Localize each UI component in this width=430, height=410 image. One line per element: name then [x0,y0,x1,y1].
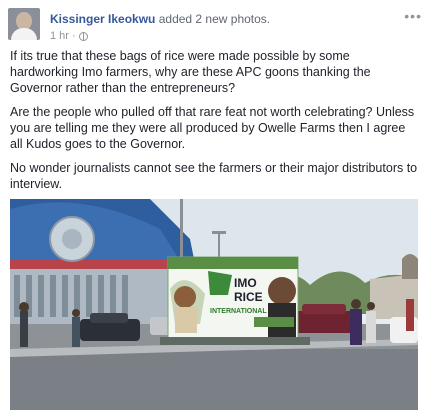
post-meta: 1 hr · [50,30,88,42]
banner-title-line1: IMO [234,276,257,290]
author-line: Kissinger Ikeokwu added 2 new photos. [50,12,270,26]
globe-icon[interactable] [78,31,88,41]
post-paragraph: No wonder journalists cannot see the far… [10,161,418,191]
post-paragraph: Are the people who pulled off that rare … [10,105,415,151]
photo-scene: IMO RICE INTERNATIONAL [10,199,418,410]
post-header: Kissinger Ikeokwu added 2 new photos. 1 … [8,6,422,42]
ellipsis-icon[interactable]: ••• [404,8,422,24]
post-photo[interactable]: IMO RICE INTERNATIONAL [10,199,418,410]
author-name-link[interactable]: Kissinger Ikeokwu [50,12,155,26]
author-avatar[interactable] [8,8,40,40]
banner-title-line2: RICE [234,290,263,304]
post-text: If its true that these bags of rice were… [10,48,418,200]
avatar-shirt [11,28,37,40]
facebook-post: Kissinger Ikeokwu added 2 new photos. 1 … [0,0,430,410]
post-timestamp[interactable]: 1 hr [50,30,69,42]
post-paragraph: If its true that these bags of rice were… [10,49,371,95]
banner-subtitle: INTERNATIONAL [210,308,267,315]
meta-separator: · [71,30,76,42]
post-action-text: added 2 new photos. [158,12,271,26]
